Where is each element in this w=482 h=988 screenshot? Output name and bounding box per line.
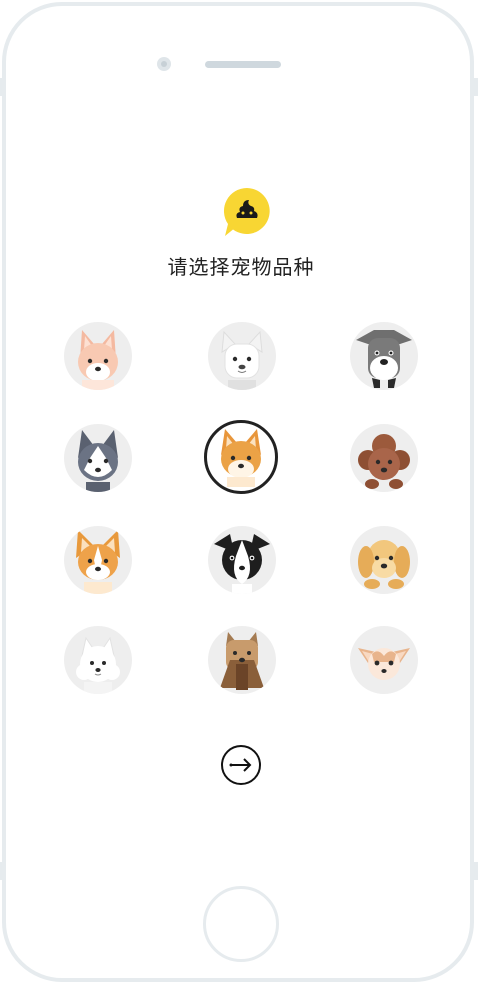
next-button[interactable] (221, 745, 261, 785)
breed-option-golden-retriever[interactable] (350, 526, 418, 594)
chihuahua-icon (358, 648, 410, 680)
schnauzer-icon (356, 330, 412, 388)
arrow-right-icon (229, 758, 252, 772)
french-bulldog-icon (221, 330, 263, 390)
golden-retriever-icon (358, 540, 410, 589)
breed-option-chihuahua[interactable] (350, 626, 418, 694)
breed-option-border-collie[interactable] (208, 526, 276, 594)
breed-option-shiba-cream[interactable] (64, 322, 132, 390)
breed-grid (0, 0, 482, 988)
breed-option-yorkshire-terrier[interactable] (208, 626, 276, 694)
shiba-inu-icon (221, 429, 261, 487)
husky-icon (78, 430, 118, 492)
breed-option-shiba-inu[interactable] (204, 420, 278, 494)
shiba-cream-icon (78, 330, 118, 390)
yorkshire-terrier-icon (220, 632, 264, 690)
breed-option-poodle[interactable] (350, 424, 418, 492)
breed-option-schnauzer[interactable] (350, 322, 418, 390)
home-button[interactable] (203, 886, 279, 962)
breed-option-french-bulldog[interactable] (208, 322, 276, 390)
samoyed-icon (76, 636, 120, 694)
breed-option-samoyed[interactable] (64, 626, 132, 694)
breed-option-husky[interactable] (64, 424, 132, 492)
poodle-icon (358, 434, 410, 489)
breed-option-corgi[interactable] (64, 526, 132, 594)
border-collie-icon (214, 534, 270, 594)
corgi-icon (76, 530, 120, 594)
